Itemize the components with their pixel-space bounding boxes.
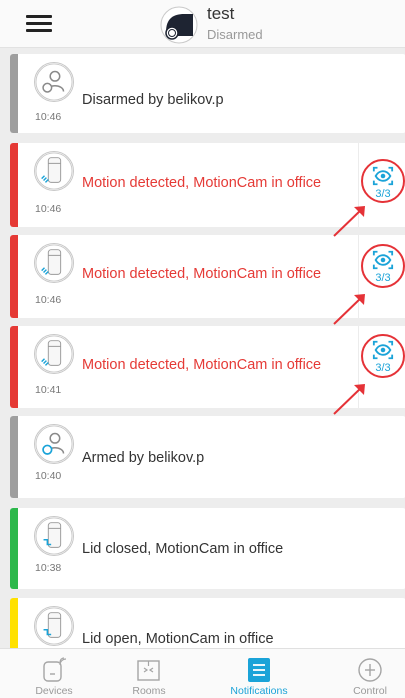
notification-time: 10:38 (35, 562, 62, 574)
hub-status: Disarmed (207, 27, 263, 42)
app-screen: test Disarmed 10:46 Disarmed by belikov.… (0, 0, 405, 698)
photo-count: 3/3 (375, 188, 391, 200)
tab-devices[interactable]: Devices (14, 651, 94, 698)
eye-scan-icon (372, 166, 394, 186)
notification-list[interactable]: 10:46 Disarmed by belikov.p 10:46 Motion… (0, 48, 405, 648)
notification-message: Motion detected, MotionCam in office (82, 266, 322, 282)
status-stripe (10, 54, 18, 133)
motioncam-motion-icon (34, 151, 74, 191)
annotation-arrow (333, 206, 365, 237)
notification-message: Motion detected, MotionCam in office (82, 357, 322, 373)
notification-item[interactable]: 10:40 Armed by belikov.p (10, 416, 405, 498)
notification-time: 10:41 (35, 384, 62, 396)
notification-item[interactable]: 10:46 Disarmed by belikov.p (10, 54, 405, 133)
hamburger-menu-icon[interactable] (26, 15, 52, 33)
notification-time: 10:46 (35, 111, 62, 123)
eye-scan-icon (372, 250, 394, 270)
app-header: test Disarmed (0, 0, 405, 48)
tab-label: Notifications (230, 685, 288, 697)
status-stripe (10, 326, 18, 408)
notification-message: Motion detected, MotionCam in office (82, 175, 322, 191)
photo-count: 3/3 (375, 272, 391, 284)
tab-control[interactable]: Control (330, 651, 405, 698)
motioncam-lid-icon (34, 516, 74, 556)
notifications-icon (248, 658, 270, 682)
eye-scan-icon (372, 340, 394, 360)
notification-message: Armed by belikov.p (82, 450, 205, 466)
tab-rooms[interactable]: Rooms (109, 651, 189, 698)
annotation-arrow (333, 384, 365, 415)
status-stripe (10, 143, 18, 227)
notification-time: 10:46 (35, 294, 62, 306)
hub-name: test (207, 4, 235, 23)
motioncam-lid-icon (34, 606, 74, 646)
user-arm-icon (34, 424, 74, 464)
notification-item[interactable]: 10:38 Lid closed, MotionCam in office (10, 508, 405, 589)
user-disarm-icon (34, 62, 74, 102)
notification-item[interactable]: Lid open, MotionCam in office (10, 598, 405, 648)
notification-message: Lid closed, MotionCam in office (82, 541, 284, 557)
motioncam-motion-icon (34, 243, 74, 283)
devices-icon (43, 657, 67, 682)
rooms-icon (137, 660, 160, 681)
status-stripe (10, 508, 18, 589)
bottom-navigation: Devices Rooms Notifications Control (0, 648, 405, 698)
status-stripe (10, 235, 18, 318)
control-icon (358, 658, 382, 682)
status-stripe (10, 598, 18, 648)
tab-notifications[interactable]: Notifications (219, 651, 299, 698)
tab-label: Rooms (132, 685, 166, 697)
tab-label: Devices (35, 685, 73, 697)
notification-time: 10:40 (35, 470, 62, 482)
notification-message: Disarmed by belikov.p (82, 92, 224, 108)
notification-time: 10:46 (35, 203, 62, 215)
motioncam-motion-icon (34, 334, 74, 374)
tab-label: Control (353, 685, 387, 697)
photo-count: 3/3 (375, 362, 391, 374)
annotation-arrow (333, 294, 365, 325)
notification-message: Lid open, MotionCam in office (82, 631, 274, 647)
status-stripe (10, 416, 18, 498)
hub-device-icon[interactable] (160, 6, 198, 44)
